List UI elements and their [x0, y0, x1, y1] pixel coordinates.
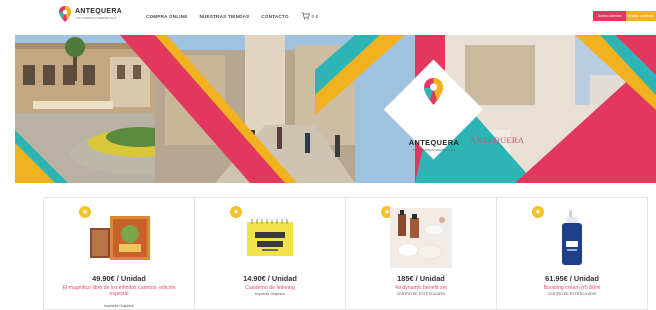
customer-access-button[interactable]: Acceso clientes	[593, 11, 626, 21]
merchant-access-button[interactable]: Acceso comercio	[626, 11, 656, 21]
featured-products: ★ 49.90€ / Unidad El magnífico libro de …	[43, 197, 648, 310]
product-price: 185€ / Unidad	[397, 274, 445, 283]
hero-shop-sign: ANTEQUERA	[469, 135, 525, 145]
logo-name: ANTEQUERA	[75, 8, 123, 15]
product-vendor: CENTRO DE ESTÉTICA ARIS	[396, 292, 446, 296]
hero-logo-tagline: TUS COMPRAS SIEMPRE AQUÍ	[412, 148, 456, 152]
product-card[interactable]: ★ 49.90€ / Unidad El magnífico libro de …	[44, 198, 195, 309]
cart-button[interactable]: 0 €	[301, 12, 318, 20]
product-vendor: Imprenta Graphics	[255, 292, 285, 296]
product-name[interactable]: El magnífico libro de los infinitos cuen…	[58, 285, 180, 298]
product-card[interactable]: ★ 61.95€ / Unidad Boosting cream (rf) 80…	[497, 198, 647, 309]
product-name[interactable]: Cuaderno de lettering	[209, 285, 331, 291]
product-image[interactable]	[44, 206, 194, 269]
cart-icon	[301, 12, 310, 20]
cart-total: 0 €	[311, 13, 319, 19]
product-name[interactable]: Boosting cream (rf) 80ml	[511, 285, 633, 291]
hero-banner[interactable]: ANTEQUERA TUS COMPRAS SIEMPRE AQUÍ ANTEQ…	[15, 35, 656, 183]
logo-pin-icon	[59, 6, 71, 22]
site-logo[interactable]: ANTEQUERA TUS COMPRAS SIEMPRE AQUÍ	[58, 5, 122, 23]
notebook-image	[247, 218, 293, 256]
nav-compra-online[interactable]: COMPRA ONLINE	[146, 14, 187, 19]
page: ANTEQUERA TUS COMPRAS SIEMPRE AQUÍ COMPR…	[0, 0, 656, 310]
product-vendor: CENTRO DE ESTÉTICA ARIS	[547, 292, 597, 296]
product-card[interactable]: ★ 185€ / Unidad 4d dynamic benefit set C…	[346, 198, 497, 309]
product-price: 49.90€ / Unidad	[92, 274, 146, 283]
product-image[interactable]	[346, 206, 496, 269]
product-image[interactable]	[497, 206, 647, 269]
logo-tagline: TUS COMPRAS SIEMPRE AQUÍ	[75, 16, 117, 20]
main-nav: COMPRA ONLINE NUESTRAS TIENDAS CONTACTO …	[146, 12, 318, 20]
site-header: ANTEQUERA TUS COMPRAS SIEMPRE AQUÍ COMPR…	[0, 0, 656, 34]
product-price: 14.90€ / Unidad	[243, 274, 297, 283]
product-vendor: Imprenta Graphics	[104, 304, 134, 308]
nav-contacto[interactable]: CONTACTO	[261, 14, 288, 19]
product-name[interactable]: 4d dynamic benefit set	[360, 285, 482, 291]
book-image	[90, 215, 150, 260]
nav-nuestras-tiendas[interactable]: NUESTRAS TIENDAS	[199, 14, 249, 19]
cream-bottle-image	[562, 209, 582, 265]
product-card[interactable]: ★ 14.90€ / Unidad Cuaderno de lettering …	[195, 198, 346, 309]
hero-logo-name: ANTEQUERA	[408, 138, 460, 147]
product-image[interactable]	[195, 206, 345, 269]
hero-background	[15, 35, 656, 183]
cosmetics-set-image	[390, 207, 452, 268]
product-price: 61.95€ / Unidad	[545, 274, 599, 283]
